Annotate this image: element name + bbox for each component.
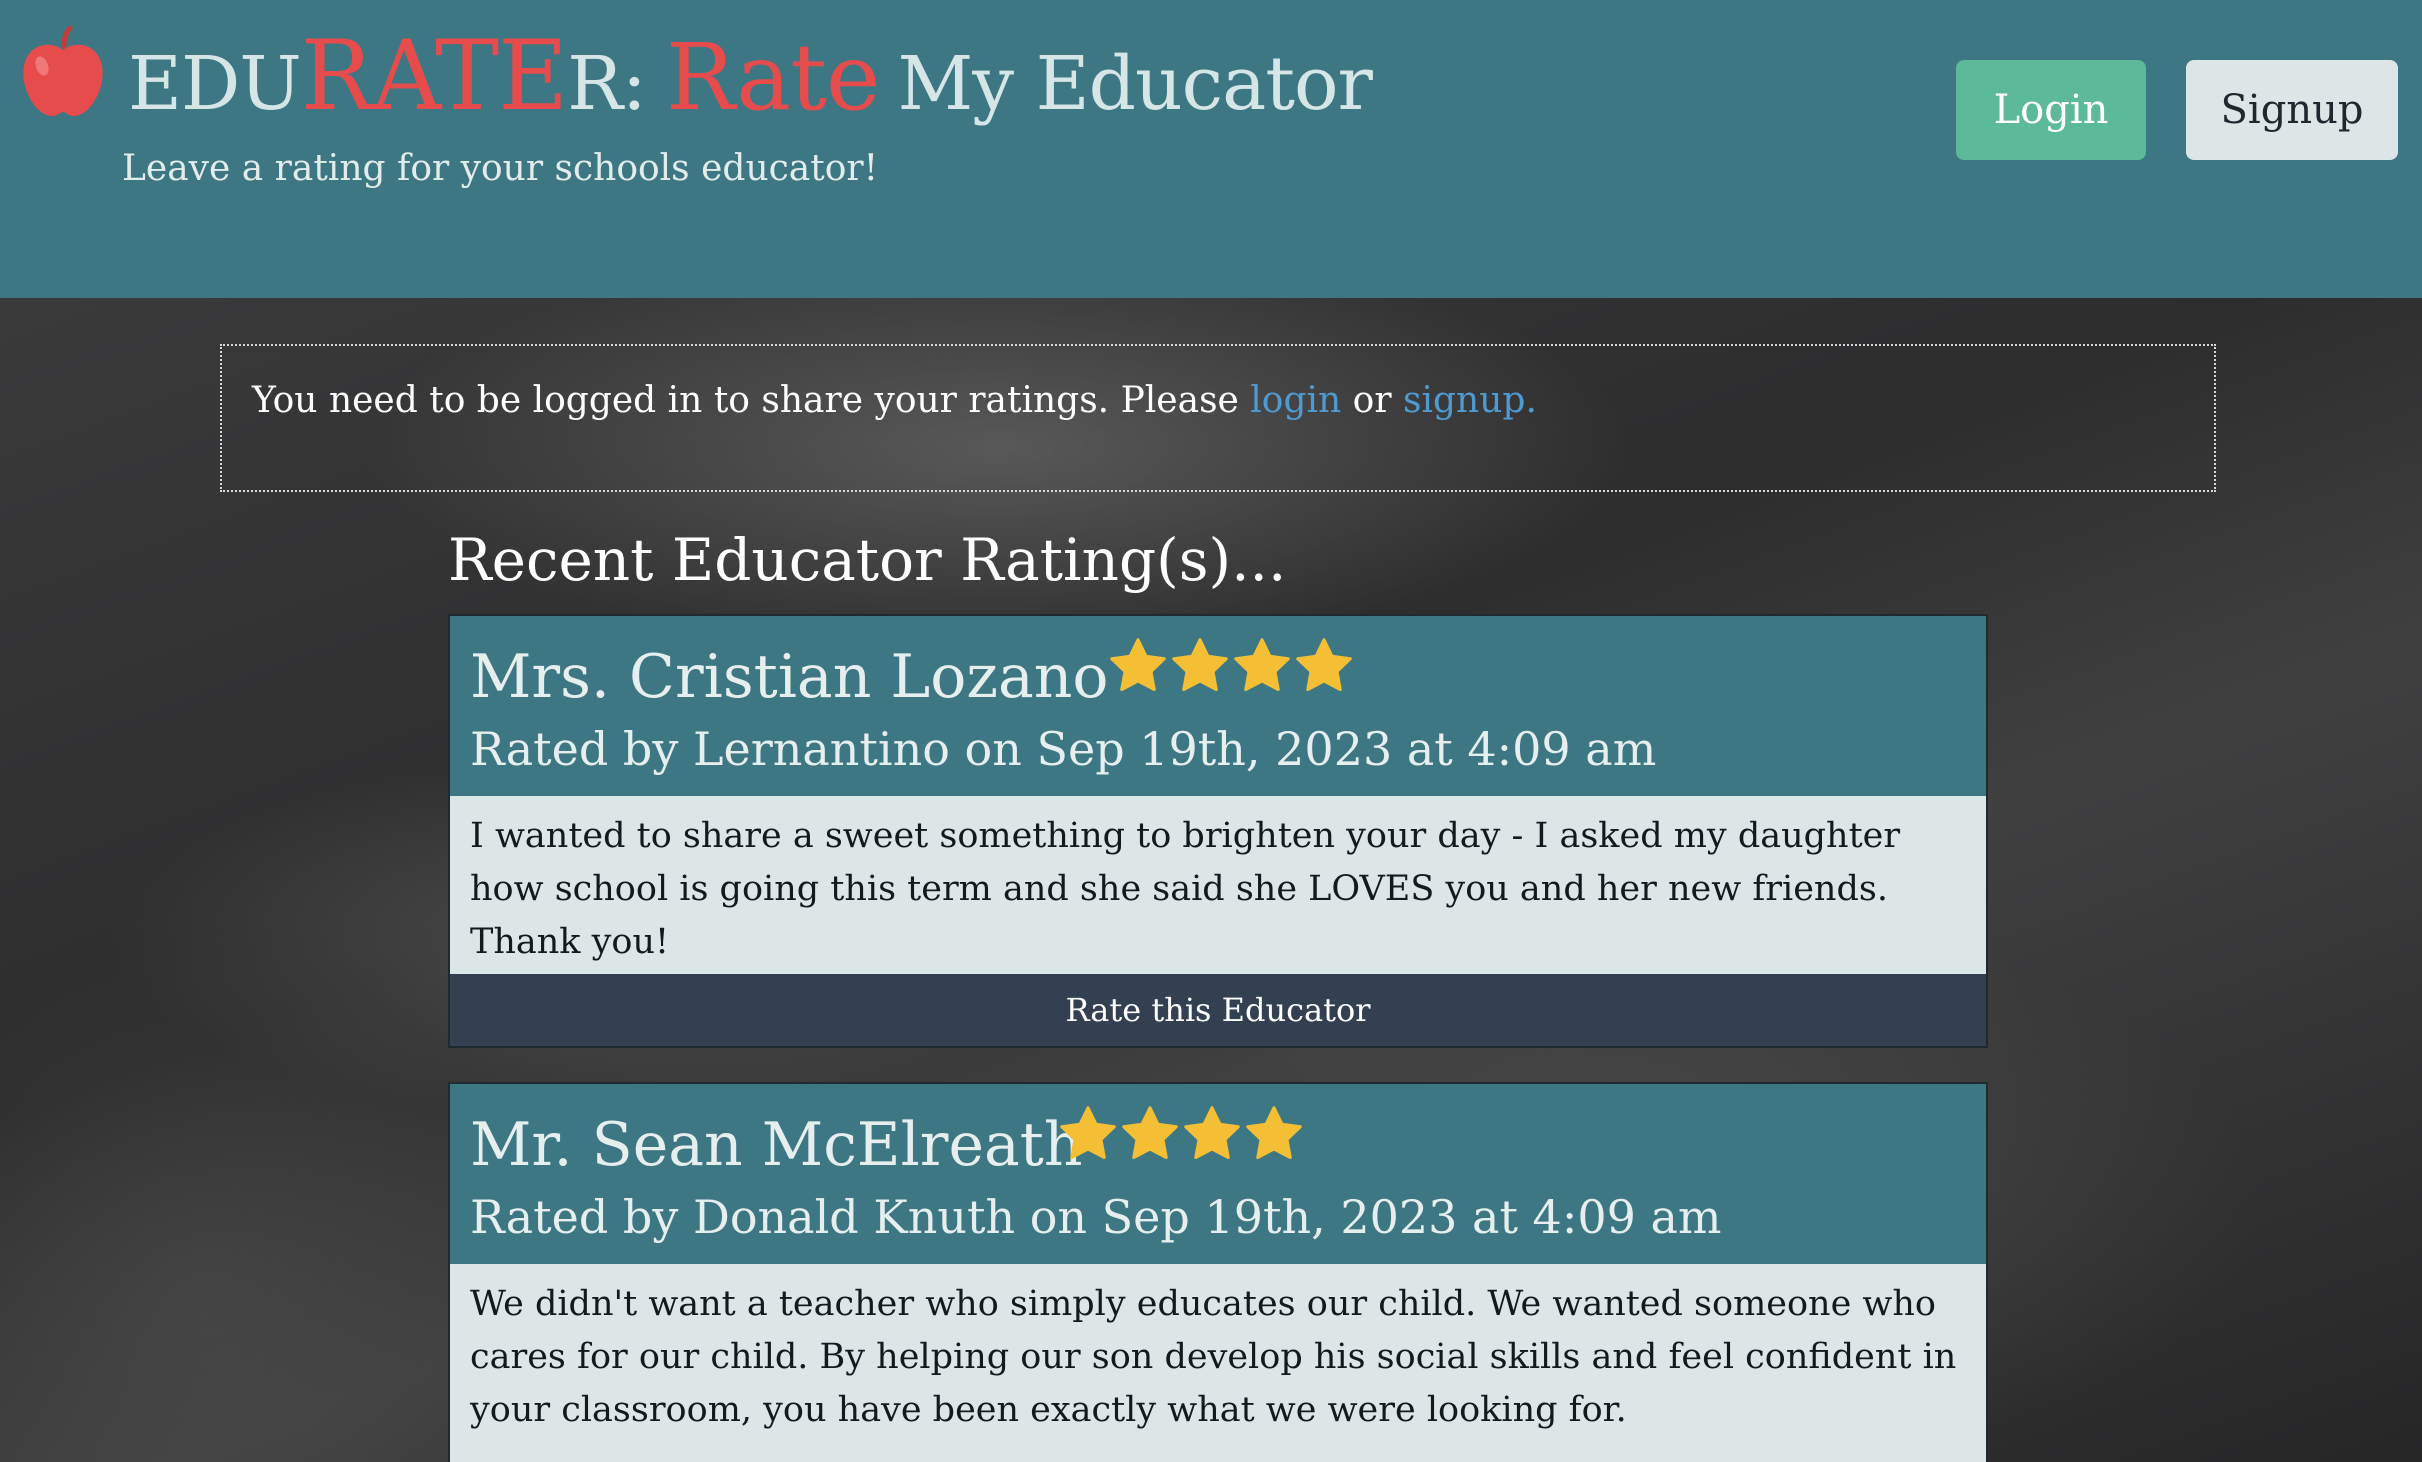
card-header: Mr. Sean McElreath Rated by Donald Knuth… <box>450 1084 1986 1264</box>
rating-comment: We didn't want a teacher who simply educ… <box>470 1284 1957 1430</box>
star-icon <box>1110 638 1166 691</box>
star-rating <box>1108 636 1354 696</box>
rating-card: Mrs. Cristian Lozano Rated by Lernantino… <box>448 614 1988 1048</box>
notice-message: You need to be logged in to share your r… <box>252 380 1251 421</box>
notice-text: You need to be logged in to share your r… <box>252 380 1537 421</box>
rating-meta: Rated by Donald Knuth on Sep 19th, 2023 … <box>470 1190 1722 1244</box>
star-rating <box>1058 1104 1304 1164</box>
educator-name: Mr. Sean McElreath <box>470 1110 1083 1180</box>
section-title: Recent Educator Rating(s)... <box>448 526 1287 594</box>
brand-r: R: <box>567 41 647 127</box>
login-notice: You need to be logged in to share your r… <box>220 344 2216 492</box>
rating-meta: Rated by Lernantino on Sep 19th, 2023 at… <box>470 722 1657 776</box>
star-icon <box>1246 1106 1302 1159</box>
brand-rate: Rate <box>665 24 881 131</box>
rating-comment: I wanted to share a sweet something to b… <box>470 816 1901 962</box>
star-icon <box>1296 638 1352 691</box>
rating-card: Mr. Sean McElreath Rated by Donald Knuth… <box>448 1082 1988 1462</box>
site-header: EDURATER: Rate My Educator Leave a rating … <box>0 0 2422 298</box>
star-icon <box>1172 638 1228 691</box>
star-icon <box>1060 1106 1116 1159</box>
star-icon <box>1184 1106 1240 1159</box>
apple-icon <box>23 26 103 116</box>
card-header: Mrs. Cristian Lozano Rated by Lernantino… <box>450 616 1986 796</box>
signup-button[interactable]: Signup <box>2186 60 2398 160</box>
brand-rater: RATE <box>300 20 568 132</box>
login-link[interactable]: login <box>1250 380 1341 421</box>
site-title[interactable]: EDURATER: Rate My Educator <box>128 28 1373 127</box>
rate-educator-button[interactable]: Rate this Educator <box>450 974 1986 1046</box>
login-button[interactable]: Login <box>1956 60 2146 160</box>
notice-or: or <box>1341 380 1404 421</box>
star-icon <box>1234 638 1290 691</box>
star-icon <box>1122 1106 1178 1159</box>
signup-link[interactable]: signup. <box>1403 380 1537 421</box>
brand-edu: EDU <box>128 41 302 127</box>
brand-rest: My Educator <box>897 41 1373 127</box>
tagline: Leave a rating for your schools educator… <box>122 148 879 189</box>
educator-name: Mrs. Cristian Lozano <box>470 642 1109 712</box>
